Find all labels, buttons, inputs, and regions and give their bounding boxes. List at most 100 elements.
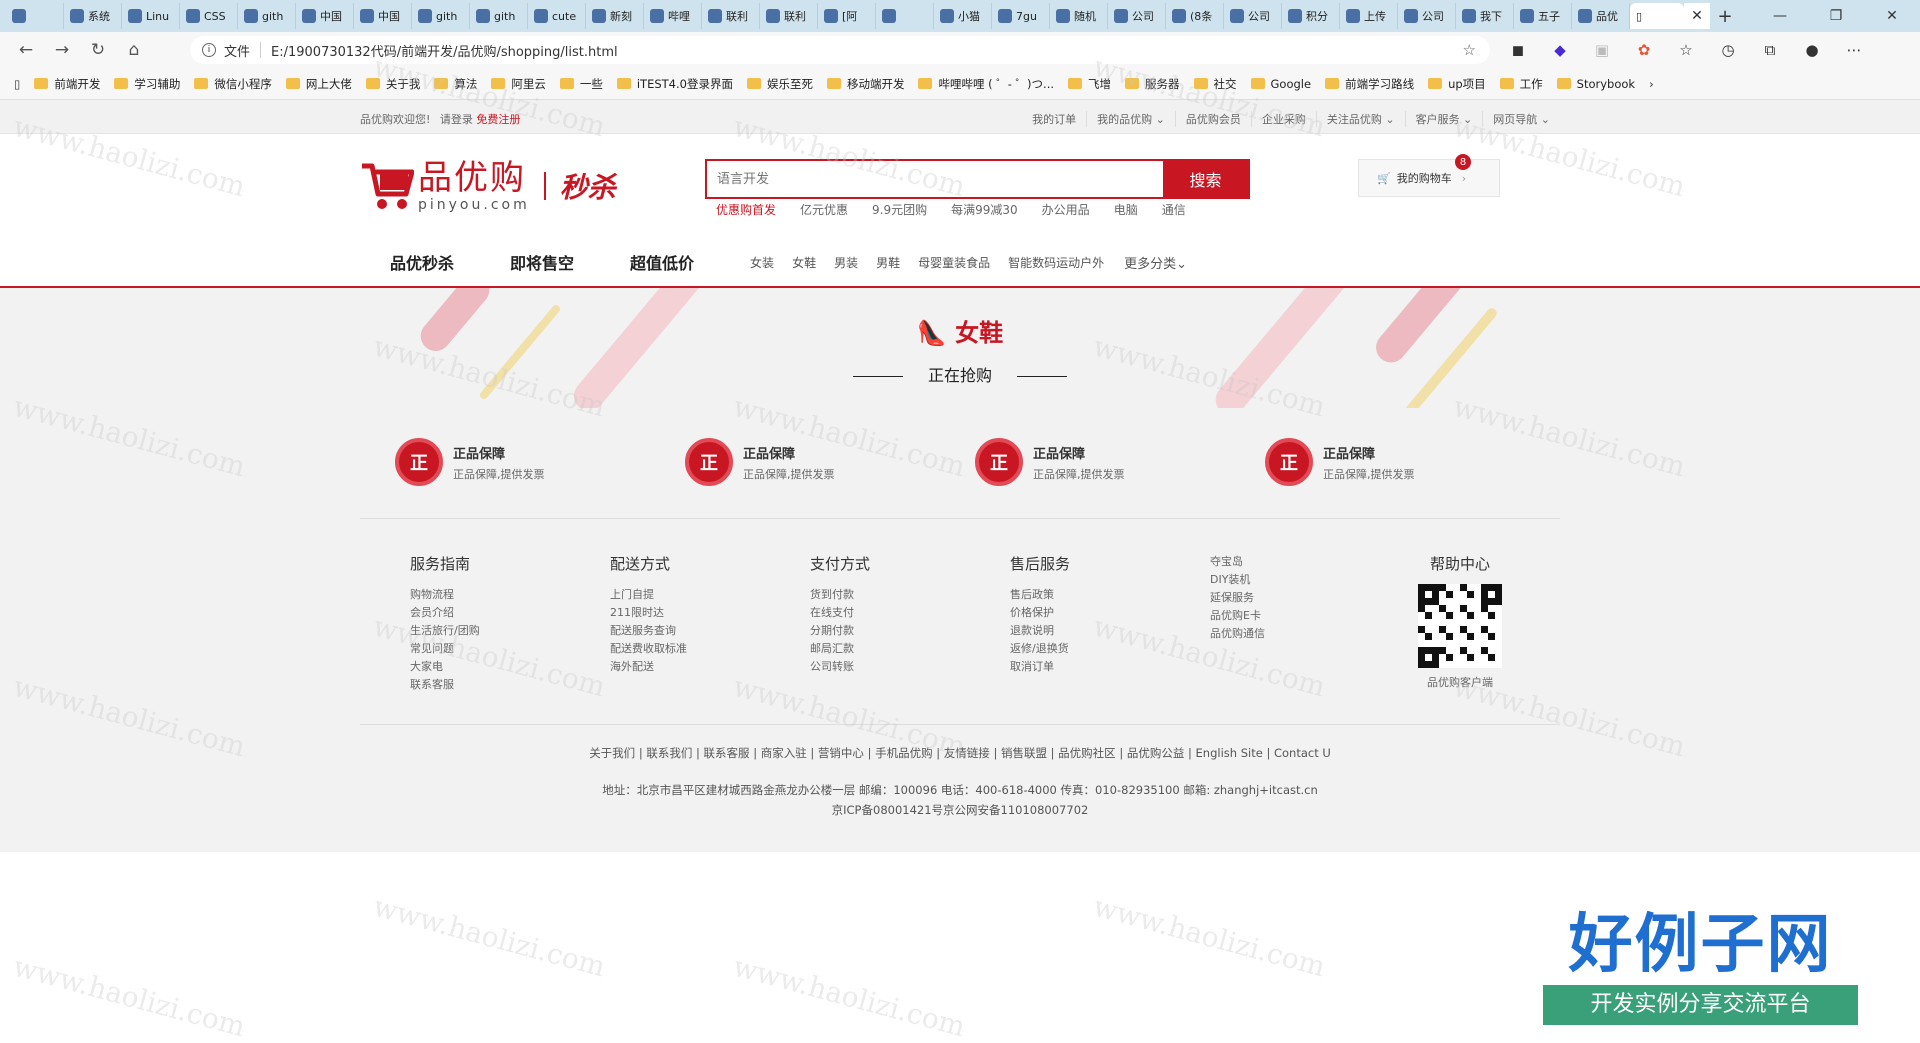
more-icon[interactable]: ⋯ bbox=[1836, 36, 1872, 64]
bookmark-item[interactable]: 学习辅助 bbox=[114, 76, 180, 92]
nav-sub-item[interactable]: 男鞋 bbox=[876, 254, 900, 271]
browser-tab[interactable] bbox=[876, 3, 934, 29]
shortcut-link[interactable]: 企业采购 bbox=[1250, 111, 1316, 127]
shortcut-link[interactable]: 我的品优购 ⌄ bbox=[1086, 111, 1175, 127]
help-link[interactable]: 在线支付 bbox=[810, 604, 1010, 622]
bookmark-item[interactable]: 算法 bbox=[434, 76, 477, 92]
browser-tab[interactable]: 随机 bbox=[1050, 3, 1108, 29]
nav-sub-item[interactable]: 母婴童装食品 bbox=[918, 254, 990, 271]
hotword-link[interactable]: 电脑 bbox=[1114, 201, 1138, 218]
register-link[interactable]: 免费注册 bbox=[476, 113, 520, 126]
nav-sub-item[interactable]: 男装 bbox=[834, 254, 858, 271]
hotword-link[interactable]: 优惠购首发 bbox=[716, 201, 776, 218]
help-link[interactable]: 取消订单 bbox=[1010, 658, 1210, 676]
browser-tab[interactable]: [阿 bbox=[818, 3, 876, 29]
reload-icon[interactable]: ↻ bbox=[80, 35, 116, 65]
help-link[interactable]: 联系客服 bbox=[410, 676, 610, 694]
tab-actions[interactable] bbox=[6, 3, 64, 29]
info-icon[interactable]: i bbox=[202, 43, 216, 57]
profile-avatar[interactable]: ● bbox=[1794, 36, 1830, 64]
nav-main-item[interactable]: 品优秒杀 bbox=[390, 250, 454, 274]
help-link[interactable]: 品优购E卡 bbox=[1210, 607, 1410, 625]
browser-tab[interactable]: 新刻 bbox=[586, 3, 644, 29]
help-link[interactable]: 货到付款 bbox=[810, 586, 1010, 604]
hotword-link[interactable]: 办公用品 bbox=[1042, 201, 1090, 218]
browser-tab[interactable]: 联利 bbox=[760, 3, 818, 29]
hotword-link[interactable]: 9.9元团购 bbox=[872, 201, 927, 218]
bookmark-item[interactable]: up项目 bbox=[1428, 76, 1486, 92]
minimize-icon[interactable]: — bbox=[1752, 0, 1808, 32]
browser-tab[interactable]: gith bbox=[412, 3, 470, 29]
browser-tab[interactable]: CSS bbox=[180, 3, 238, 29]
browser-tab[interactable]: 中国 bbox=[296, 3, 354, 29]
shortcut-link[interactable]: 网页导航 ⌄ bbox=[1482, 111, 1560, 127]
browser-tab[interactable]: gith bbox=[470, 3, 528, 29]
bookmark-item[interactable]: 一些 bbox=[559, 76, 603, 92]
shortcut-link[interactable]: 客户服务 ⌄ bbox=[1404, 111, 1483, 127]
hotword-link[interactable]: 每满99减30 bbox=[951, 201, 1018, 218]
nav-sub-item[interactable]: 女装 bbox=[750, 254, 774, 271]
help-link[interactable]: 生活旅行/团购 bbox=[410, 622, 610, 640]
shortcut-link[interactable]: 品优购会员 bbox=[1174, 111, 1251, 127]
help-link[interactable]: 返修/退换货 bbox=[1010, 640, 1210, 658]
browser-tab[interactable]: 公司 bbox=[1108, 3, 1166, 29]
help-link[interactable]: 品优购通信 bbox=[1210, 625, 1410, 643]
chevron-right-icon[interactable]: › bbox=[1649, 77, 1654, 91]
help-link[interactable]: 夺宝岛 bbox=[1210, 553, 1410, 571]
help-link[interactable]: 大家电 bbox=[410, 658, 610, 676]
browser-tab-active[interactable]: ▯ bbox=[1630, 3, 1684, 29]
forward-icon[interactable]: → bbox=[44, 35, 80, 65]
help-link[interactable]: 延保服务 bbox=[1210, 589, 1410, 607]
search-input[interactable] bbox=[707, 161, 1163, 197]
bookmark-item[interactable]: Google bbox=[1250, 77, 1311, 91]
search-button[interactable]: 搜索 bbox=[1163, 161, 1248, 197]
bookmark-item[interactable]: 关于我 bbox=[365, 76, 420, 92]
bookmark-item[interactable]: 工作 bbox=[1499, 76, 1543, 92]
bookmark-item[interactable]: 服务器 bbox=[1125, 76, 1180, 92]
help-link[interactable]: 邮局汇款 bbox=[810, 640, 1010, 658]
extension-icon[interactable]: ✿ bbox=[1626, 36, 1662, 64]
hotword-link[interactable]: 通信 bbox=[1162, 201, 1186, 218]
favorite-star-icon[interactable]: ☆ bbox=[1463, 41, 1476, 59]
help-link[interactable]: 购物流程 bbox=[410, 586, 610, 604]
bookmark-item[interactable]: 前端开发 bbox=[34, 76, 100, 92]
browser-tab[interactable]: 品优 bbox=[1572, 3, 1630, 29]
browser-tab[interactable]: 联利 bbox=[702, 3, 760, 29]
bookmark-item[interactable]: Storybook bbox=[1556, 77, 1635, 91]
browser-tab[interactable]: Linu bbox=[122, 3, 180, 29]
help-link[interactable]: 退款说明 bbox=[1010, 622, 1210, 640]
browser-tab[interactable]: 小猫 bbox=[934, 3, 992, 29]
bookmark-item[interactable]: 社交 bbox=[1193, 76, 1237, 92]
close-window-icon[interactable]: ✕ bbox=[1864, 0, 1920, 32]
browser-tab[interactable]: 哔哩 bbox=[644, 3, 702, 29]
help-link[interactable]: 分期付款 bbox=[810, 622, 1010, 640]
bookmark-item[interactable]: 移动端开发 bbox=[826, 76, 904, 92]
hotword-link[interactable]: 亿元优惠 bbox=[800, 201, 848, 218]
nav-main-item[interactable]: 即将售空 bbox=[510, 250, 574, 274]
shortcut-link[interactable]: 我的订单 bbox=[1022, 111, 1086, 127]
browser-tab[interactable]: 系统 bbox=[64, 3, 122, 29]
back-icon[interactable]: ← bbox=[8, 35, 44, 65]
extension-icon[interactable]: ▣ bbox=[1584, 36, 1620, 64]
help-link[interactable]: 价格保护 bbox=[1010, 604, 1210, 622]
new-tab-icon[interactable]: + bbox=[1710, 3, 1740, 29]
extension-icon[interactable]: ◆ bbox=[1542, 36, 1578, 64]
history-icon[interactable]: ◷ bbox=[1710, 36, 1746, 64]
help-link[interactable]: 会员介绍 bbox=[410, 604, 610, 622]
bookmark-item[interactable]: 网上大佬 bbox=[285, 76, 352, 92]
bookmark-item[interactable]: 微信小程序 bbox=[194, 76, 272, 92]
help-link[interactable]: 配送服务查询 bbox=[610, 622, 810, 640]
nav-sub-item[interactable]: 智能数码运动户外 bbox=[1008, 254, 1104, 271]
help-link[interactable]: 海外配送 bbox=[610, 658, 810, 676]
browser-tab[interactable]: gith bbox=[238, 3, 296, 29]
address-input[interactable]: i 文件 E:/1900730132代码/前端开发/品优购/shopping/l… bbox=[190, 36, 1490, 64]
shortcut-link[interactable]: 关注品优购 ⌄ bbox=[1315, 111, 1405, 127]
help-link[interactable]: 上门自提 bbox=[610, 586, 810, 604]
browser-tab[interactable]: cute bbox=[528, 3, 586, 29]
nav-main-item[interactable]: 超值低价 bbox=[630, 250, 694, 274]
help-link[interactable]: DIY装机 bbox=[1210, 571, 1410, 589]
browser-tab[interactable]: 积分 bbox=[1282, 3, 1340, 29]
bookmark-item[interactable]: iTEST4.0登录界面 bbox=[616, 76, 733, 92]
close-tab-icon[interactable]: ✕ bbox=[1684, 3, 1710, 29]
favorites-icon[interactable]: ☆ bbox=[1668, 36, 1704, 64]
